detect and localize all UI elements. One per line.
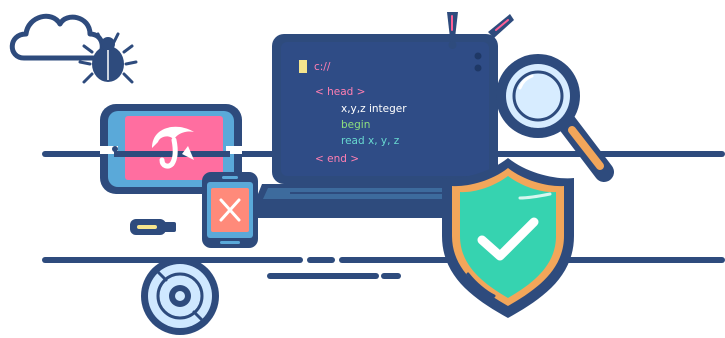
code-line-end: < end > [315,153,359,165]
security-illustration: c:// < head > x,y,z integer begin read x… [9,12,725,335]
code-line-read: read x, y, z [341,135,400,147]
usb-icon [130,219,176,235]
shield-check-icon [442,158,574,318]
code-prompt: c:// [314,61,331,73]
disc-icon [141,257,219,335]
code-line-integer: x,y,z integer [341,103,407,115]
phone-icon [202,172,258,248]
cursor-icon [299,60,307,73]
code-line-begin: begin [341,119,370,131]
cloud-icon [9,13,105,61]
code-line-head: < head > [315,86,366,98]
